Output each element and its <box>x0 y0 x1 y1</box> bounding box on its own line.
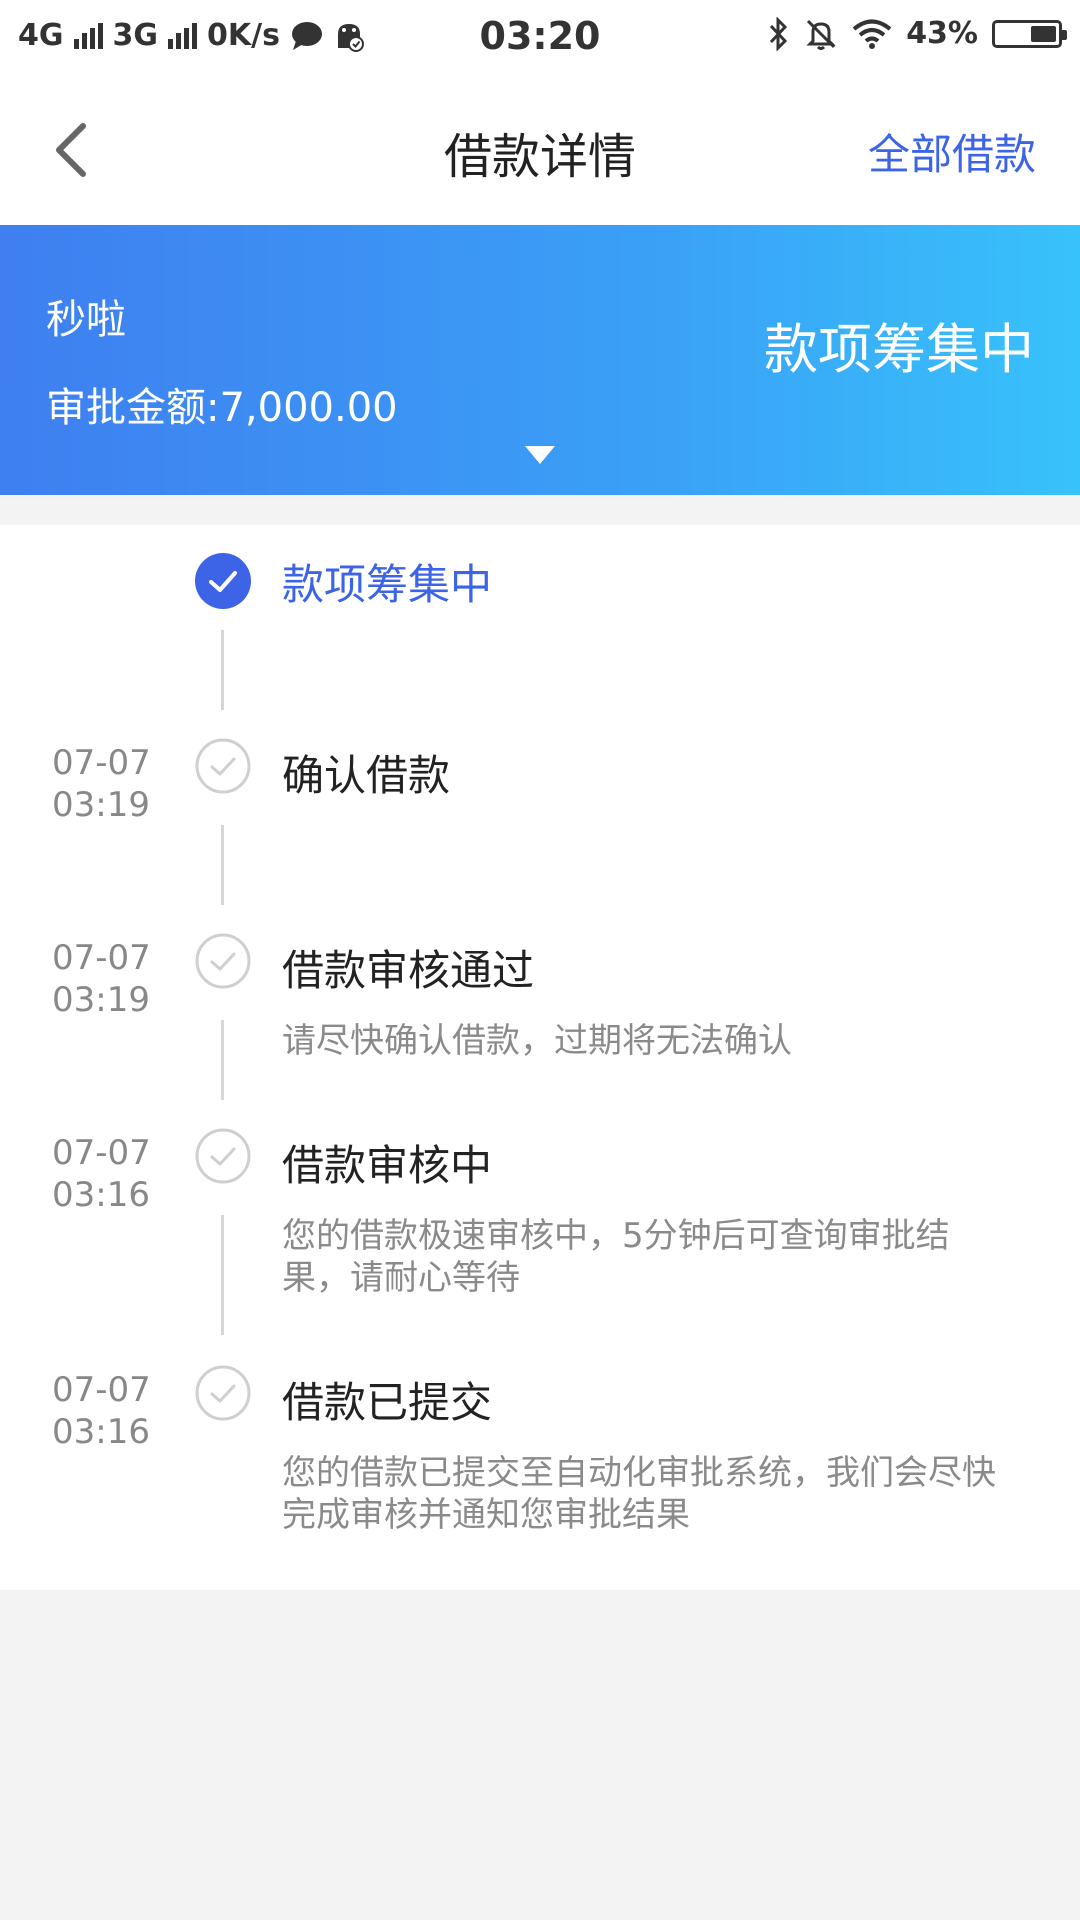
step-date: 07-07 <box>52 938 151 978</box>
status-right: 43% <box>768 16 1067 51</box>
check-circle-outline-icon <box>195 1365 251 1421</box>
loan-summary-banner: 秒啦 审批金额:7,000.00 款项筹集中 <box>0 225 1080 495</box>
signal-icon <box>73 22 103 49</box>
step-time: 03:19 <box>52 980 150 1020</box>
back-button[interactable] <box>40 115 100 185</box>
chevron-left-icon <box>56 123 86 177</box>
step-title: 借款审核通过 <box>282 946 535 995</box>
battery-fill <box>1031 25 1056 42</box>
timeline-connector <box>221 825 224 905</box>
signal-icon <box>168 22 197 49</box>
step-date: 07-07 <box>52 1370 151 1410</box>
step-description: 请尽快确认借款，过期将无法确认 <box>282 1021 792 1061</box>
chat-bubble-icon <box>291 21 322 50</box>
battery-percent: 43% <box>906 16 978 51</box>
product-name: 秒啦 <box>46 297 126 343</box>
status-left: 4G 3G 0K/s <box>18 18 364 53</box>
network-speed: 0K/s <box>207 18 280 53</box>
wifi-icon <box>852 19 892 49</box>
step-time: 03:16 <box>52 1175 150 1215</box>
check-circle-outline-icon <box>195 738 251 794</box>
status-bar: 4G 3G 0K/s 03:20 43% <box>0 0 1080 75</box>
step-title: 借款审核中 <box>282 1141 493 1190</box>
step-title: 确认借款 <box>282 751 451 800</box>
caret-down-icon <box>525 446 555 464</box>
top-nav-bar: 借款详情 全部借款 <box>0 75 1080 225</box>
bluetooth-icon <box>770 16 788 51</box>
timeline-connector <box>221 1020 224 1100</box>
check-circle-outline-icon <box>195 933 251 989</box>
loan-detail-page: 4G 3G 0K/s 03:20 43% 借款详情 全部借款 秒啦 审批金额:7… <box>0 0 1080 1920</box>
step-title: 款项筹集中 <box>282 560 493 609</box>
step-time: 03:16 <box>52 1412 150 1452</box>
muted-bell-icon <box>806 19 836 50</box>
expand-button[interactable] <box>520 440 560 470</box>
timeline-connector <box>221 630 224 710</box>
check-circle-filled-icon <box>195 553 251 609</box>
step-description: 您的借款极速审核中，5分钟后可查询审批结果，请耐心等待 <box>282 1216 950 1298</box>
all-loans-link[interactable]: 全部借款 <box>868 121 1036 182</box>
step-time: 03:19 <box>52 785 150 825</box>
step-title: 借款已提交 <box>282 1378 493 1427</box>
battery-icon <box>992 19 1067 48</box>
loan-status: 款项筹集中 <box>764 318 1034 381</box>
step-description: 您的借款已提交至自动化审批系统，我们会尽快完成审核并通知您审批结果 <box>282 1453 996 1535</box>
approved-amount: 审批金额:7,000.00 <box>46 385 398 431</box>
check-circle-outline-icon <box>195 1128 251 1184</box>
network-3g-label: 3G <box>112 18 159 53</box>
timeline-connector <box>221 1215 224 1335</box>
network-4g-label: 4G <box>18 18 64 53</box>
step-date: 07-07 <box>52 1133 151 1173</box>
progress-timeline: 款项筹集中 07-07 03:19 确认借款 07-07 03:19 借款审核通… <box>0 525 1080 1590</box>
step-date: 07-07 <box>52 743 151 783</box>
android-icon <box>337 23 364 52</box>
